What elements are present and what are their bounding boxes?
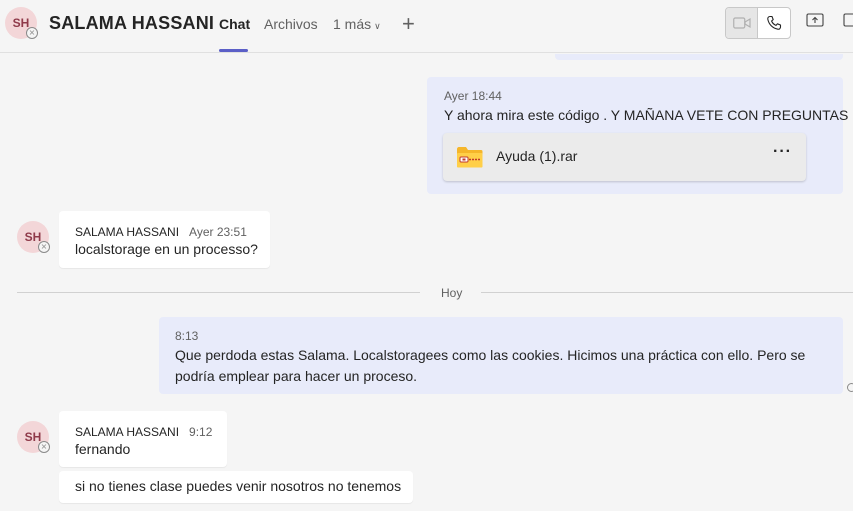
call-buttons xyxy=(725,7,791,39)
zip-folder-icon xyxy=(457,147,483,168)
tab-chat[interactable]: Chat xyxy=(219,16,250,32)
own-message[interactable]: 8:13 Que perdoda estas Salama. Localstor… xyxy=(159,317,843,394)
read-receipt-icon xyxy=(847,383,853,392)
message-text: Que perdoda estas Salama. Localstoragees… xyxy=(175,347,806,384)
file-name: Ayuda (1).rar xyxy=(496,148,578,164)
pop-out-button[interactable] xyxy=(843,12,853,33)
pop-out-icon xyxy=(843,13,853,27)
message-text: fernando xyxy=(75,441,131,457)
add-tab-icon[interactable]: + xyxy=(402,11,415,37)
video-call-button[interactable] xyxy=(726,8,759,38)
more-options-icon[interactable]: ··· xyxy=(773,143,792,161)
conversation-pane[interactable]: Ayer 18:44 Y ahora mira este código . Y … xyxy=(0,54,853,511)
audio-call-icon xyxy=(767,15,782,30)
chevron-down-icon: ∨ xyxy=(374,21,381,31)
tab-more-label: 1 más xyxy=(333,16,372,32)
sender-name: SALAMA HASSANI xyxy=(75,425,180,439)
share-screen-button[interactable] xyxy=(806,12,824,33)
presence-offline-icon: × xyxy=(38,441,50,453)
chat-header: SH × SALAMA HASSANI Chat Archivos 1 más ∨… xyxy=(0,0,853,53)
incoming-message[interactable]: si no tienes clase puedes venir nosotros… xyxy=(59,471,413,503)
incoming-message[interactable]: SALAMA HASSANI Ayer 23:51 localstorage en… xyxy=(59,211,270,268)
message-text: localstorage en un processo? xyxy=(75,241,258,257)
day-divider-label: Hoy xyxy=(441,286,463,300)
sender-name: SALAMA HASSANI xyxy=(75,225,180,239)
message-text: si no tienes clase puedes venir nosotros… xyxy=(75,478,402,494)
divider-line-right xyxy=(481,292,853,293)
presence-offline-icon: × xyxy=(26,27,38,39)
tab-more[interactable]: 1 más ∨ xyxy=(333,16,381,32)
message-timestamp: 9:12 xyxy=(189,425,213,439)
message-timestamp: 8:13 xyxy=(175,329,199,343)
own-message[interactable]: Ayer 18:44 Y ahora mira este código . Y … xyxy=(427,77,848,194)
file-attachment[interactable]: Ayuda (1).rar ··· xyxy=(443,133,806,181)
message-timestamp: Ayer 18:44 xyxy=(444,89,502,103)
share-screen-icon xyxy=(806,13,824,27)
audio-call-button[interactable] xyxy=(758,8,790,38)
video-call-icon xyxy=(732,17,751,29)
previous-message-edge xyxy=(555,54,843,60)
presence-offline-icon: × xyxy=(38,241,50,253)
divider-line-left xyxy=(17,292,420,293)
active-tab-indicator xyxy=(219,49,248,52)
message-timestamp: Ayer 23:51 xyxy=(189,225,247,239)
contact-name[interactable]: SALAMA HASSANI xyxy=(49,13,214,34)
message-text: Y ahora mira este código . Y MAÑANA VETE… xyxy=(444,107,849,123)
incoming-message[interactable]: SALAMA HASSANI 9:12 fernando xyxy=(59,411,227,467)
tab-files[interactable]: Archivos xyxy=(264,16,318,32)
